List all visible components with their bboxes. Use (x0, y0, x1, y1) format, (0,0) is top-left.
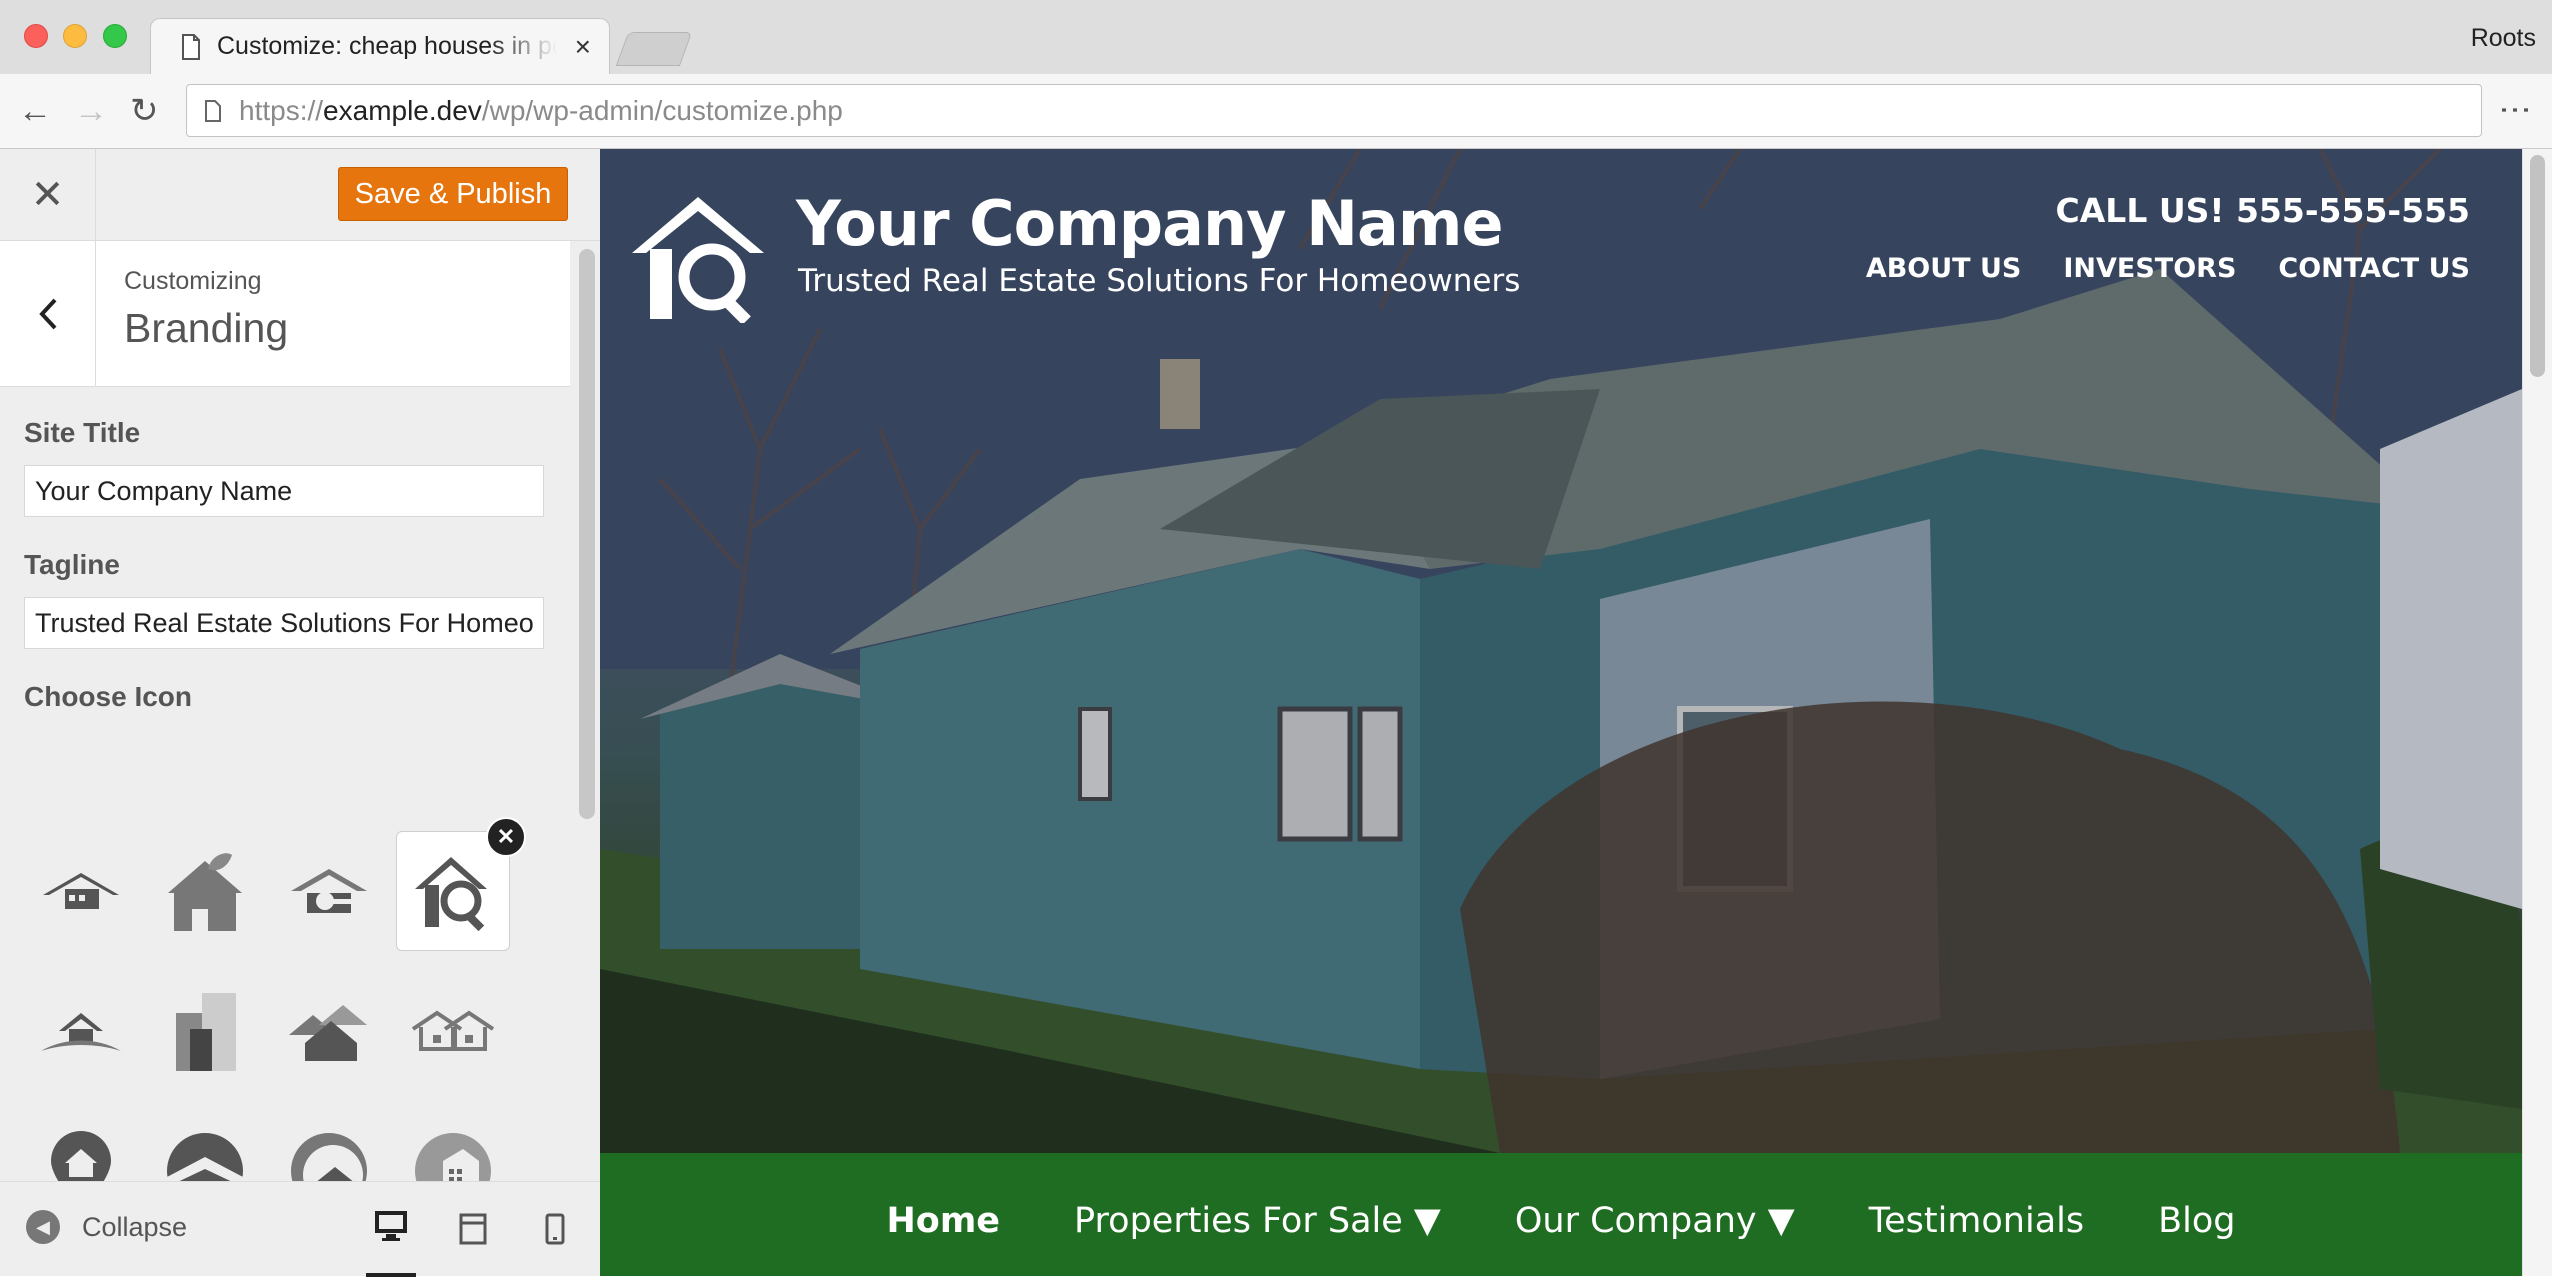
roof-swoosh-icon[interactable] (24, 971, 138, 1091)
house-cluster-icon[interactable] (272, 971, 386, 1091)
icon-choices: ✕ (24, 817, 544, 1181)
forward-arrow-icon[interactable]: → (74, 92, 108, 130)
house-magnifier-logo-icon[interactable] (630, 191, 778, 328)
preview-scrollbar-thumb[interactable] (2530, 155, 2545, 377)
url-host: example.dev (323, 94, 482, 126)
collapse-button[interactable]: ◀ Collapse (26, 1210, 187, 1244)
desktop-icon[interactable] (366, 1204, 416, 1277)
window-minimize-button[interactable] (63, 24, 87, 48)
tagline-input[interactable] (24, 597, 544, 649)
collapse-label: Collapse (82, 1211, 188, 1242)
section-subtitle: Customizing (124, 267, 262, 295)
window-close-button[interactable] (24, 24, 48, 48)
top-navigation: ABOUT US INVESTORS CONTACT US (1866, 253, 2470, 284)
save-publish-button[interactable]: Save & Publish (338, 167, 568, 221)
nav-contact-us[interactable]: CONTACT US (2278, 253, 2470, 284)
close-icon[interactable]: ✕ (0, 149, 96, 241)
tab-title: Customize: cheap houses in portland (217, 32, 557, 60)
hero-image: Your Company Name Trusted Real Estate So… (600, 149, 2522, 1153)
reload-icon[interactable]: ↻ (130, 92, 159, 130)
back-arrow-icon[interactable]: ← (18, 92, 52, 130)
site-preview: Your Company Name Trusted Real Estate So… (600, 149, 2522, 1276)
sidebar-scrollbar[interactable] (574, 241, 600, 1181)
hero-overlay (600, 149, 2522, 1153)
url-path: /wp/wp-admin/customize.php (481, 94, 843, 126)
nav-our-company[interactable]: Our Company ▼ (1515, 1201, 1795, 1241)
site-tagline: Trusted Real Estate Solutions For Homeow… (798, 263, 1521, 299)
main-navigation: Home Properties For Sale ▼ Our Company ▼… (600, 1153, 2522, 1276)
new-tab-button[interactable] (615, 32, 693, 66)
profile-name[interactable]: Roots (2471, 24, 2536, 53)
tablet-icon[interactable] (448, 1204, 498, 1254)
nav-about-us[interactable]: ABOUT US (1866, 253, 2022, 284)
choose-icon-label: Choose Icon (24, 681, 193, 712)
back-chevron-icon[interactable] (0, 241, 96, 387)
location-pin-house-icon[interactable] (24, 1111, 138, 1181)
buildings-icon[interactable] (148, 971, 262, 1091)
customizer-sidebar: ✕ Save & Publish Customizing Branding Si… (0, 149, 600, 1277)
browser-titlebar: Customize: cheap houses in portland × Ro… (0, 0, 2552, 74)
house-key-icon[interactable] (272, 831, 386, 951)
section-header: Customizing Branding (0, 241, 570, 387)
circle-roof-icon[interactable] (148, 1111, 262, 1181)
customizer-footer: ◀ Collapse (0, 1181, 600, 1277)
nav-investors[interactable]: INVESTORS (2063, 253, 2236, 284)
house-roof-icon[interactable] (24, 831, 138, 951)
browser-tab-active[interactable]: Customize: cheap houses in portland × (150, 18, 610, 74)
document-icon (182, 33, 200, 60)
url-text: https://example.dev/wp/wp-admin/customiz… (239, 95, 843, 127)
customizer-panel: Customizing Branding Site Title Tagline … (0, 241, 600, 1181)
site-title[interactable]: Your Company Name (796, 187, 1504, 260)
mobile-icon[interactable] (530, 1204, 580, 1254)
customizer-header: ✕ Save & Publish (0, 149, 600, 241)
window-maximize-button[interactable] (103, 24, 127, 48)
address-bar[interactable]: https://example.dev/wp/wp-admin/customiz… (186, 84, 2482, 137)
leaf-house-icon[interactable] (148, 831, 262, 951)
nav-testimonials[interactable]: Testimonials (1869, 1201, 2084, 1241)
nav-properties-for-sale[interactable]: Properties For Sale ▼ (1074, 1201, 1441, 1241)
url-scheme: https:// (239, 94, 324, 126)
preview-scrollbar[interactable] (2522, 149, 2552, 1276)
tagline-label: Tagline (24, 549, 120, 580)
page-info-icon[interactable] (205, 99, 221, 122)
house-outline-icon[interactable] (396, 971, 510, 1091)
nav-blog[interactable]: Blog (2158, 1201, 2235, 1241)
browser-toolbar: ← → ↻ https://example.dev/wp/wp-admin/cu… (0, 74, 2552, 149)
call-us-phone[interactable]: CALL US! 555-555-555 (2056, 191, 2470, 230)
remove-icon-button[interactable]: ✕ (486, 817, 526, 857)
circle-building-icon[interactable] (396, 1111, 510, 1181)
site-title-input[interactable] (24, 465, 544, 517)
collapse-arrow-icon: ◀ (26, 1210, 60, 1244)
browser-menu-icon[interactable]: ⋮ (2498, 94, 2534, 126)
site-title-label: Site Title (24, 417, 141, 448)
circle-house-icon[interactable] (272, 1111, 386, 1181)
section-title: Branding (124, 305, 289, 351)
sidebar-scrollbar-thumb[interactable] (579, 249, 595, 819)
nav-home[interactable]: Home (887, 1201, 1001, 1241)
tab-close-icon[interactable]: × (575, 31, 591, 63)
